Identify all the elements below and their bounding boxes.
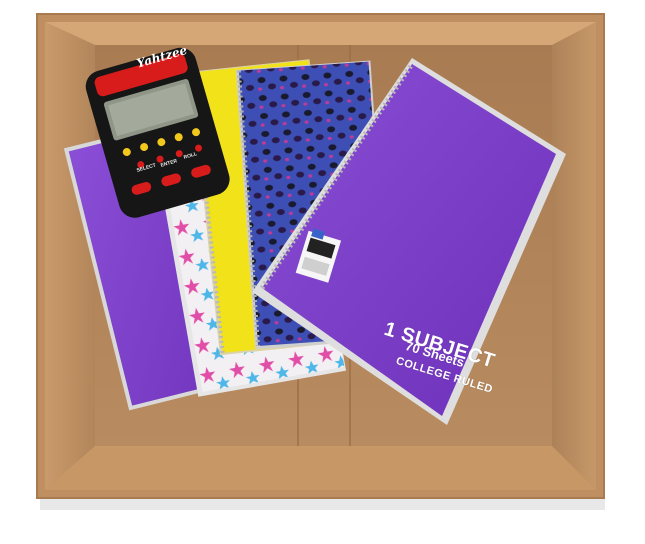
box-back-wall — [45, 22, 596, 45]
cardboard-box-illustration — [36, 13, 605, 510]
box-front-wall — [45, 446, 596, 490]
box-right-wall — [552, 22, 596, 490]
photo-scene: Yahtzee SELECT ENTER ROLL 1 SUBJECT 70 S… — [0, 0, 645, 544]
